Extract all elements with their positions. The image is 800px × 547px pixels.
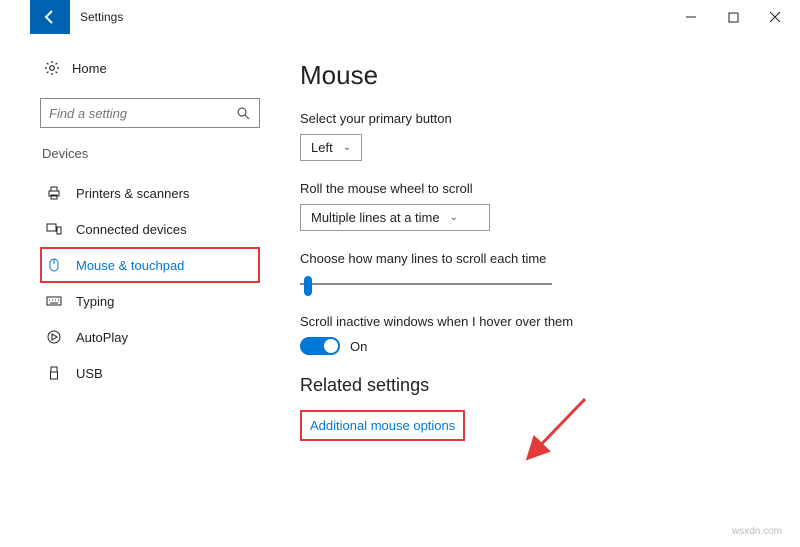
chevron-down-icon: ⌄ — [343, 142, 351, 153]
sidebar-item-typing[interactable]: Typing — [40, 283, 260, 319]
arrow-left-icon — [42, 9, 58, 25]
sidebar-item-label: Connected devices — [76, 222, 187, 237]
gear-icon — [44, 60, 60, 76]
additional-mouse-options-highlight: Additional mouse options — [300, 410, 465, 441]
sidebar-item-label: Typing — [76, 294, 114, 309]
home-label: Home — [72, 61, 107, 76]
sidebar-home[interactable]: Home — [40, 54, 260, 82]
primary-button-label: Select your primary button — [300, 111, 770, 126]
additional-mouse-options-link[interactable]: Additional mouse options — [310, 418, 455, 433]
watermark: wsxdn.com — [732, 526, 782, 537]
back-button[interactable] — [30, 0, 70, 34]
sidebar-item-printers[interactable]: Printers & scanners — [40, 175, 260, 211]
inactive-scroll-toggle[interactable] — [300, 337, 340, 355]
primary-button-dropdown[interactable]: Left ⌄ — [300, 134, 362, 161]
sidebar-item-label: Mouse & touchpad — [76, 258, 184, 273]
close-button[interactable] — [768, 10, 782, 24]
maximize-button[interactable] — [726, 10, 740, 24]
scroll-mode-dropdown[interactable]: Multiple lines at a time ⌄ — [300, 204, 490, 231]
related-settings-title: Related settings — [300, 375, 770, 396]
titlebar: Settings — [0, 0, 800, 34]
sidebar-item-label: AutoPlay — [76, 330, 128, 345]
sidebar-item-usb[interactable]: USB — [40, 355, 260, 391]
keyboard-icon — [46, 293, 62, 309]
search-input[interactable] — [49, 106, 235, 121]
dropdown-value: Multiple lines at a time — [311, 210, 440, 225]
window-title: Settings — [80, 10, 123, 24]
search-icon — [235, 105, 251, 121]
sidebar-item-label: USB — [76, 366, 103, 381]
slider-track — [300, 283, 552, 285]
usb-icon — [46, 365, 62, 381]
autoplay-icon — [46, 329, 62, 345]
toggle-state: On — [350, 339, 367, 354]
sidebar-item-label: Printers & scanners — [76, 186, 189, 201]
chevron-down-icon: ⌄ — [450, 212, 458, 223]
sidebar-item-mouse[interactable]: Mouse & touchpad — [40, 247, 260, 283]
sidebar-item-autoplay[interactable]: AutoPlay — [40, 319, 260, 355]
printer-icon — [46, 185, 62, 201]
minimize-icon — [685, 11, 697, 23]
sidebar-item-connected[interactable]: Connected devices — [40, 211, 260, 247]
mouse-icon — [46, 257, 62, 273]
dropdown-value: Left — [311, 140, 333, 155]
page-title: Mouse — [300, 60, 770, 91]
minimize-button[interactable] — [684, 10, 698, 24]
window-controls — [684, 10, 800, 24]
scroll-lines-slider[interactable] — [300, 274, 552, 294]
sidebar-group-label: Devices — [40, 146, 260, 161]
devices-icon — [46, 221, 62, 237]
sidebar: Home Devices Printers & scanners Connect… — [0, 34, 300, 547]
inactive-scroll-label: Scroll inactive windows when I hover ove… — [300, 314, 770, 329]
close-icon — [769, 11, 781, 23]
main-panel: Mouse Select your primary button Left ⌄ … — [300, 34, 800, 547]
maximize-icon — [728, 12, 739, 23]
scroll-lines-label: Choose how many lines to scroll each tim… — [300, 251, 770, 266]
scroll-mode-label: Roll the mouse wheel to scroll — [300, 181, 770, 196]
slider-thumb[interactable] — [304, 276, 312, 296]
search-box[interactable] — [40, 98, 260, 128]
